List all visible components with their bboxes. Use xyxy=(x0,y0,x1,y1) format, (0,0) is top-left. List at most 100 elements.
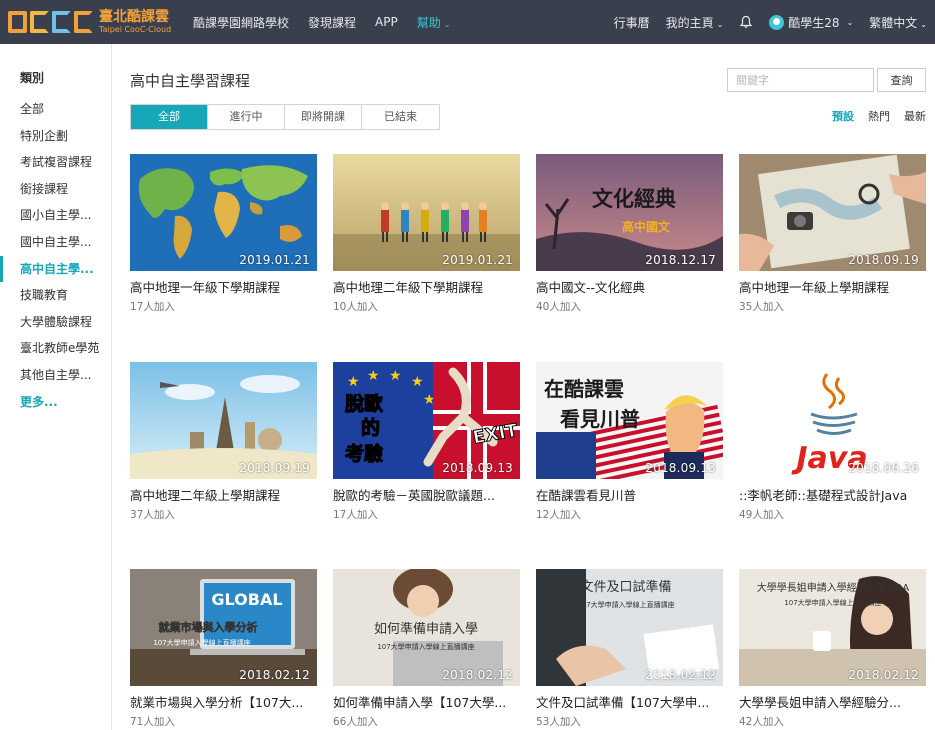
course-title[interactable]: 在酷課雲看見川普 xyxy=(536,485,723,504)
site-logo[interactable]: 臺北酷課雲 Taipei CooC-Cloud xyxy=(8,7,178,37)
course-title[interactable]: ::李帆老師::基礎程式設計Java xyxy=(739,485,926,504)
status-tab[interactable]: 進行中 xyxy=(208,105,285,129)
svg-text:文件及口試準備: 文件及口試準備 xyxy=(580,579,671,595)
sidebar-category-item[interactable]: 大學體驗課程 xyxy=(0,309,112,336)
status-tabs: 全部 進行中 即將開課 已結束 xyxy=(130,104,440,130)
nav-item-calendar[interactable]: 行事曆 xyxy=(614,14,650,31)
svg-text:★: ★ xyxy=(367,368,380,384)
course-card[interactable]: 2019.01.21 高中地理二年級下學期課程 10人加入 xyxy=(333,154,520,314)
course-title[interactable]: 高中地理二年級下學期課程 xyxy=(333,277,520,296)
svg-text:大學學長姐申請入學經驗分享&QA: 大學學長姐申請入學經驗分享&QA xyxy=(757,581,910,594)
svg-text:高中國文: 高中國文 xyxy=(622,219,671,234)
chevron-down-icon: ⌄ xyxy=(920,19,927,29)
course-date: 2019.01.21 xyxy=(442,253,513,267)
course-date: 2018.06.26 xyxy=(848,460,919,475)
status-tab[interactable]: 全部 xyxy=(131,105,208,129)
sidebar-category-item[interactable]: 國小自主學... xyxy=(0,202,112,229)
sidebar-category-item[interactable]: 國中自主學... xyxy=(0,229,112,256)
course-thumbnail[interactable]: 文件及口試準備 107大學申請入學線上直播講座 2018.02.12 xyxy=(536,569,723,686)
sidebar-more-link[interactable]: 更多... xyxy=(0,389,112,416)
user-menu[interactable]: 酷學生28 ⌄ xyxy=(769,14,853,31)
course-thumbnail[interactable]: 文化經典 高中國文 2018.12.17 xyxy=(536,154,723,271)
sidebar-category-item[interactable]: 考試複習課程 xyxy=(0,149,112,176)
course-card[interactable]: 文件及口試準備 107大學申請入學線上直播講座 2018.02.12 文件及口試準備… xyxy=(536,569,723,729)
course-title[interactable]: 就業市場與入學分析【107大... xyxy=(130,692,317,711)
course-thumbnail[interactable]: 2018.09.19 xyxy=(130,361,317,479)
course-card[interactable]: 2018.09.19 高中地理二年級上學期課程 37人加入 xyxy=(130,361,317,522)
svg-text:看見川普: 看見川普 xyxy=(560,407,640,431)
course-card[interactable]: 2019.01.21 高中地理一年級下學期課程 17人加入 xyxy=(130,154,317,314)
course-title[interactable]: 文件及口試準備【107大學申... xyxy=(536,692,723,711)
course-card[interactable]: 大學學長姐申請入學經驗分享&QA 107大學申請入學線上直播講座 2018.02.… xyxy=(739,569,926,729)
search-input[interactable] xyxy=(727,68,874,92)
course-thumbnail[interactable]: 2019.01.21 xyxy=(130,154,317,271)
logo-mark-icon xyxy=(8,11,93,33)
sidebar-category-item[interactable]: 全部 xyxy=(0,96,112,123)
course-thumbnail[interactable]: Java 2018.06.26 xyxy=(739,361,926,479)
nav-item-help[interactable]: 幫助 ⌄ xyxy=(417,14,451,31)
chevron-down-icon: ⌄ xyxy=(846,17,854,27)
course-thumbnail[interactable]: 2019.01.21 xyxy=(333,154,520,271)
course-title[interactable]: 高中國文--文化經典 xyxy=(536,277,723,296)
sort-option[interactable]: 最新 xyxy=(904,108,926,124)
nav-item-app[interactable]: APP xyxy=(375,15,398,29)
svg-text:考驗: 考驗 xyxy=(345,442,383,465)
course-date: 2018.09.13 xyxy=(442,460,513,475)
course-date: 2018.09.13 xyxy=(645,460,716,475)
course-title[interactable]: 高中地理一年級上學期課程 xyxy=(739,277,926,296)
sidebar-category-item[interactable]: 技職教育 xyxy=(0,282,112,309)
sort-option[interactable]: 熱門 xyxy=(868,108,890,124)
sidebar-title: 類別 xyxy=(20,71,45,85)
course-thumbnail[interactable]: 大學學長姐申請入學經驗分享&QA 107大學申請入學線上直播講座 2018.02.… xyxy=(739,569,926,686)
status-tab[interactable]: 已結束 xyxy=(362,105,439,129)
svg-text:★: ★ xyxy=(411,374,424,390)
svg-text:107大學申請入學線上直播講座: 107大學申請入學線上直播講座 xyxy=(377,642,474,651)
language-select[interactable]: 繁體中文 ⌄ xyxy=(869,14,927,31)
svg-text:如何準備申請入學: 如何準備申請入學 xyxy=(374,621,478,637)
course-date: 2018.02.12 xyxy=(442,668,513,682)
course-title[interactable]: 高中地理一年級下學期課程 xyxy=(130,277,317,296)
course-enrollment-count: 12人加入 xyxy=(536,508,581,521)
course-thumbnail[interactable]: GLOBAL 就業市場與入學分析 107大學申請入學線上直播講座 2018.02.… xyxy=(130,569,317,686)
course-thumbnail[interactable]: 如何準備申請入學 107大學申請入學線上直播講座 2018.02.12 xyxy=(333,569,520,686)
course-title[interactable]: 高中地理二年級上學期課程 xyxy=(130,485,317,504)
svg-text:在酷課雲: 在酷課雲 xyxy=(544,377,624,401)
course-card[interactable]: GLOBAL 就業市場與入學分析 107大學申請入學線上直播講座 2018.02.… xyxy=(130,569,317,729)
sidebar-category-item[interactable]: 高中自主學... xyxy=(0,255,112,283)
sidebar-category-item[interactable]: 臺北教師e學苑 xyxy=(0,335,112,362)
course-thumbnail[interactable]: 2018.09.19 xyxy=(739,154,926,271)
course-card[interactable]: ★ ★ ★ ★ ★ 脫歐 的 考驗 EXIT 2018.09.13 脫歐的考驗－英國脫歐議題… xyxy=(333,361,520,522)
svg-text:就業市場與入學分析: 就業市場與入學分析 xyxy=(159,620,258,634)
nav-item-school[interactable]: 酷課學園網路學校 xyxy=(193,14,289,31)
svg-text:★: ★ xyxy=(347,374,360,390)
svg-text:的: 的 xyxy=(361,416,380,439)
course-card[interactable]: 文化經典 高中國文 2018.12.17 高中國文--文化經典 40人加入 xyxy=(536,154,723,314)
bell-icon[interactable] xyxy=(739,15,753,29)
course-card[interactable]: 如何準備申請入學 107大學申請入學線上直播講座 2018.02.12 如何準備申請… xyxy=(333,569,520,729)
course-card[interactable]: Java 2018.06.26::李帆老師::基礎程式設計Java 49人加入 xyxy=(739,361,926,522)
course-title[interactable]: 大學學長姐申請入學經驗分... xyxy=(739,692,926,711)
sidebar-category-item[interactable]: 其他自主學... xyxy=(0,362,112,389)
sort-options: 預設 熱門 最新 xyxy=(832,104,926,128)
course-enrollment-count: 53人加入 xyxy=(536,716,581,728)
course-thumbnail[interactable]: 在酷課雲 看見川普 2018.09.13 xyxy=(536,361,723,479)
course-card[interactable]: 2018.09.19 高中地理一年級上學期課程 35人加入 xyxy=(739,154,926,314)
course-card[interactable]: 在酷課雲 看見川普 2018.09.13 在酷課雲看見川普 12人加入 xyxy=(536,361,723,522)
course-thumbnail[interactable]: ★ ★ ★ ★ ★ 脫歐 的 考驗 EXIT 2018.09.13 xyxy=(333,361,520,479)
svg-text:107大學申請入學線上直播講座: 107大學申請入學線上直播講座 xyxy=(784,598,881,607)
nav-item-my-home[interactable]: 我的主頁 ⌄ xyxy=(666,14,724,31)
svg-text:GLOBAL: GLOBAL xyxy=(211,590,282,609)
course-enrollment-count: 37人加入 xyxy=(130,508,175,521)
course-enrollment-count: 17人加入 xyxy=(333,508,378,521)
nav-item-discover[interactable]: 發現課程 xyxy=(308,14,356,31)
sort-option[interactable]: 預設 xyxy=(832,108,854,124)
course-enrollment-count: 42人加入 xyxy=(739,716,784,728)
sidebar-category-item[interactable]: 特別企劃 xyxy=(0,123,112,150)
chevron-down-icon: ⌄ xyxy=(443,19,451,29)
sidebar-category-item[interactable]: 銜接課程 xyxy=(0,176,112,203)
status-tab[interactable]: 即將開課 xyxy=(285,105,362,129)
course-title[interactable]: 脫歐的考驗－英國脫歐議題... xyxy=(333,485,520,504)
course-title[interactable]: 如何準備申請入學【107大學... xyxy=(333,692,520,711)
course-enrollment-count: 17人加入 xyxy=(130,301,175,313)
search-button[interactable]: 查詢 xyxy=(877,68,926,92)
